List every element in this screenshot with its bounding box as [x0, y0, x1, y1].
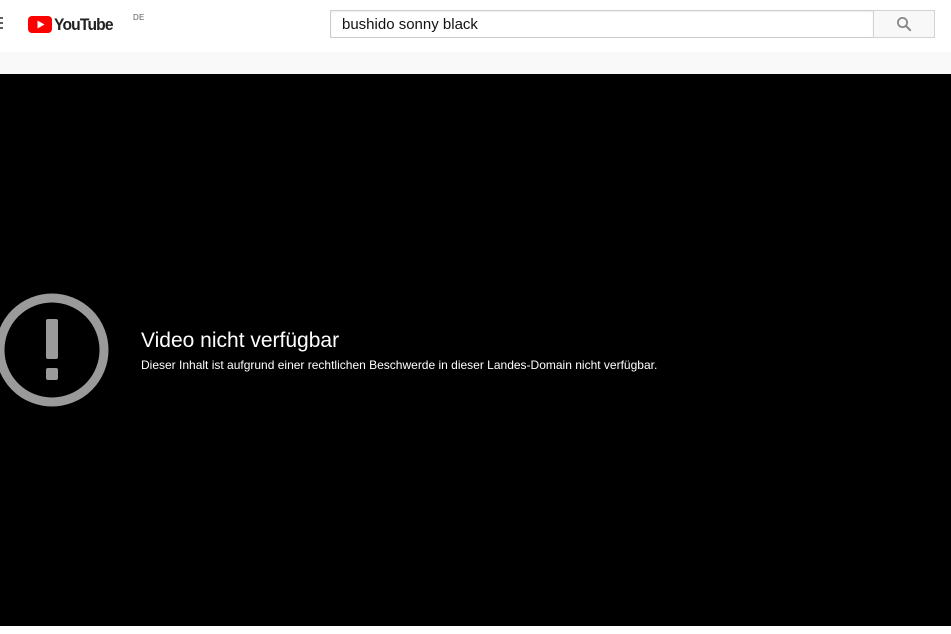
search-box[interactable] — [330, 10, 873, 38]
search-icon — [897, 17, 912, 32]
search-button[interactable] — [873, 10, 935, 38]
search-input[interactable] — [331, 11, 873, 37]
exclamation-circle-icon — [0, 293, 109, 407]
error-title: Video nicht verfügbar — [141, 329, 340, 352]
masthead-sub-bar — [0, 52, 951, 74]
error-message: Video nicht verfügbar Dieser Inhalt ist … — [141, 328, 657, 373]
country-code: DE — [133, 13, 145, 22]
youtube-logo[interactable]: YouTube DE — [28, 13, 144, 36]
hamburger-menu-icon[interactable] — [0, 17, 3, 33]
youtube-play-icon — [28, 16, 52, 33]
masthead: YouTube DE — [0, 0, 951, 52]
logo-wordmark: YouTube — [54, 15, 114, 34]
error-reason: Dieser Inhalt ist aufgrund einer rechtli… — [141, 358, 658, 372]
video-player[interactable]: Video nicht verfügbar Dieser Inhalt ist … — [0, 74, 951, 626]
page-bottom-strip — [0, 626, 951, 634]
